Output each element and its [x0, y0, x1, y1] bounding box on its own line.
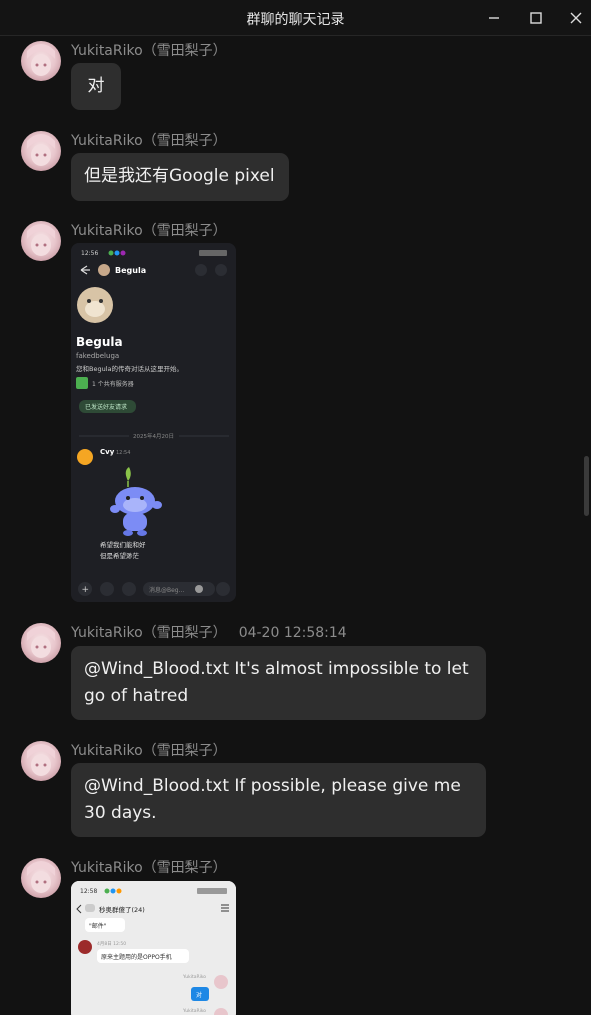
message-bubble[interactable]: @Wind_Blood.txt It's almost impossible t…: [71, 646, 486, 720]
sender-name: YukitaRiko（雪田梨子）: [71, 223, 227, 239]
contact-name: Begula: [115, 266, 146, 275]
close-button[interactable]: [564, 6, 588, 30]
avatar[interactable]: [21, 858, 61, 898]
status-time: 12:56: [81, 250, 98, 257]
apps-icon: [100, 582, 114, 596]
window-titlebar: 群聊的聊天记录: [0, 0, 591, 36]
avatar[interactable]: [21, 41, 61, 81]
message-item: YukitaRiko（雪田梨子） 12:56 Begula Begula fak…: [0, 220, 584, 610]
bubble-text: 原来主题用的是OPPO手机: [101, 953, 172, 961]
sender-name: YukitaRiko（雪田梨子） 04-20 12:58:14: [71, 625, 347, 641]
caption-line-1: 希望我们能和好: [100, 540, 146, 549]
message-item: YukitaRiko（雪田梨子） 04-20 12:58:14 @Wind_Blo…: [0, 622, 584, 732]
emoji-icon: [195, 585, 203, 593]
mutual-server-text: 1 个共有服务器: [92, 380, 134, 388]
minimize-icon: [489, 17, 499, 19]
group-title: 秒奥群傻了(24): [99, 905, 145, 914]
contact-avatar-small: [98, 264, 110, 276]
message-item: YukitaRiko（雪田梨子） 但是我还有Google pixel: [0, 130, 584, 210]
message-time: 04-20 12:58:14: [238, 625, 347, 641]
sub-time: 4月8日 12:50: [97, 941, 126, 947]
message-text-line: go of hatred: [84, 686, 189, 706]
message-item: YukitaRiko（雪田梨子） @Wind_Blood.txt If poss…: [0, 740, 584, 850]
author-time: 12:54: [116, 450, 130, 456]
sender-name: YukitaRiko（雪田梨子）: [71, 133, 227, 149]
maximize-button[interactable]: [524, 6, 548, 30]
avatar[interactable]: [21, 221, 61, 261]
right-bubble: 对: [196, 991, 202, 999]
image-message[interactable]: 12:58 秒奥群傻了(24) "邮件" 4月8日 12:50 原来主题用的是O…: [71, 881, 236, 1015]
message-item: YukitaRiko（雪田梨子） 对: [0, 40, 584, 120]
caption-line-2: 但是希望渺茫: [100, 551, 140, 560]
message-text-line: @Wind_Blood.txt It's almost impossible t…: [84, 659, 469, 679]
friend-request-text: 已发送好友请求: [85, 403, 127, 411]
message-text: 但是我还有Google pixel: [84, 166, 275, 186]
input-placeholder: 消息@Beg...: [149, 586, 184, 594]
close-icon: [570, 12, 582, 24]
minimize-button[interactable]: [482, 6, 506, 30]
self-avatar: [214, 975, 228, 989]
profile-username: fakedbeluga: [76, 352, 119, 360]
right-name: YukitaRiko: [182, 1008, 206, 1014]
image-message[interactable]: 12:56 Begula Begula fakedbeluga 您和Begula…: [71, 243, 236, 602]
sender-name: YukitaRiko（雪田梨子）: [71, 743, 227, 759]
quoted-text: "邮件": [89, 922, 107, 930]
other-avatar: [78, 940, 92, 954]
profile-name: Begula: [76, 335, 123, 349]
server-icon: [76, 377, 88, 389]
scrollbar-thumb[interactable]: [584, 456, 589, 516]
sender-name: YukitaRiko（雪田梨子）: [71, 43, 227, 59]
message-text-line: @Wind_Blood.txt If possible, please give…: [84, 776, 461, 796]
intro-text: 您和Begula的传奇对话从这里开始。: [76, 364, 183, 373]
message-bubble[interactable]: 对: [71, 63, 121, 110]
message-text-line: 30 days.: [84, 803, 157, 823]
message-text: 对: [87, 76, 105, 96]
avatar[interactable]: [21, 741, 61, 781]
message-bubble[interactable]: @Wind_Blood.txt If possible, please give…: [71, 763, 486, 837]
sender-name: YukitaRiko（雪田梨子）: [71, 860, 227, 876]
maximize-icon: [530, 12, 542, 24]
status-time: 12:58: [80, 888, 97, 895]
message-bubble[interactable]: 但是我还有Google pixel: [71, 153, 289, 201]
avatar[interactable]: [21, 623, 61, 663]
gift-icon: [122, 582, 136, 596]
mic-icon: [216, 582, 230, 596]
date-divider: 2025年4月20日: [133, 432, 174, 440]
avatar[interactable]: [21, 131, 61, 171]
right-name: YukitaRiko: [182, 974, 206, 980]
author-avatar: [77, 449, 93, 465]
author-name: Cvy: [100, 448, 115, 456]
svg-text:+: +: [82, 585, 90, 595]
message-item: YukitaRiko（雪田梨子） 12:58 秒奥群傻了(24) "邮件" 4月…: [0, 857, 584, 1015]
